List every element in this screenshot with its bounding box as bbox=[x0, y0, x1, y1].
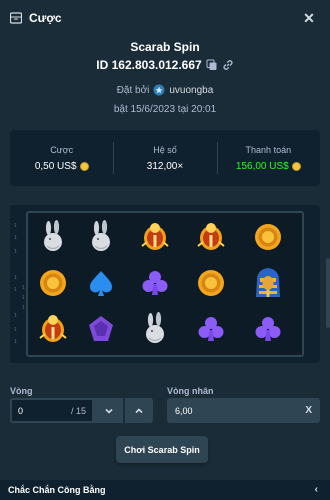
spins-label: Vòng bbox=[10, 386, 33, 396]
slot-cell-club bbox=[191, 309, 231, 349]
spins-prev-button[interactable] bbox=[94, 398, 123, 423]
club-icon bbox=[255, 317, 281, 341]
stat-bet-value: 0,50 US$ bbox=[34, 160, 77, 172]
reel-number: 1 bbox=[22, 285, 25, 291]
stat-multiplier-label: Hệ số bbox=[153, 144, 177, 155]
spins-next-button[interactable] bbox=[124, 398, 153, 423]
slot-cell-scarab bbox=[33, 309, 73, 349]
user-name[interactable]: uvuongba bbox=[169, 85, 213, 96]
spins-value[interactable]: 0 bbox=[18, 406, 23, 416]
reel-number: 1 bbox=[22, 295, 25, 301]
play-game-button[interactable]: Chơi Scarab Spin bbox=[116, 436, 208, 463]
bet-id: ID 162.803.012.667 bbox=[96, 58, 202, 72]
slot-cell-club bbox=[135, 263, 175, 303]
slot-cell-rabbit bbox=[33, 217, 73, 257]
reel-number: 1 bbox=[14, 235, 17, 241]
slot-cell-spade bbox=[81, 263, 121, 303]
spade-icon bbox=[90, 271, 112, 296]
slot-cell-club bbox=[248, 309, 288, 349]
vip-star-icon bbox=[153, 84, 165, 96]
provably-fair-bar[interactable]: Chắc Chắn Công Bằng ‹ bbox=[0, 480, 330, 500]
rabbit-icon bbox=[146, 312, 164, 343]
copy-icon[interactable] bbox=[206, 59, 218, 71]
multiplier-label: Vòng nhân bbox=[167, 386, 214, 396]
multiplier-value: 6,00 bbox=[175, 405, 193, 416]
stat-payout-value: 156,00 US$ bbox=[235, 160, 289, 172]
slot-grid bbox=[26, 211, 304, 357]
slot-cell-rabbit bbox=[135, 309, 175, 349]
reel-number: 1 bbox=[14, 339, 17, 345]
gem-icon bbox=[89, 316, 113, 341]
coin-icon bbox=[40, 270, 66, 296]
slot-cell-pharaoh bbox=[248, 263, 288, 303]
reel-number: 1 bbox=[14, 313, 17, 319]
bet-stats-panel: Cược 0,50 US$ Hệ số 312,00× Thanh toán 1… bbox=[10, 130, 320, 186]
slot-cell-coin bbox=[248, 217, 288, 257]
close-icon[interactable]: ✕ bbox=[302, 11, 316, 25]
slot-cell-scarab bbox=[191, 217, 231, 257]
spins-input[interactable]: 0 / 15 bbox=[10, 398, 94, 423]
stat-bet-label: Cược bbox=[50, 144, 74, 155]
coin-icon bbox=[255, 224, 281, 250]
coin-icon bbox=[291, 161, 301, 171]
slot-cell-scarab bbox=[135, 217, 175, 257]
slot-cell-coin bbox=[191, 263, 231, 303]
reel-number: 1 bbox=[14, 275, 17, 281]
scarab-icon bbox=[141, 223, 169, 250]
slot-cell-rabbit bbox=[81, 217, 121, 257]
game-name: Scarab Spin bbox=[130, 40, 200, 54]
modal-header: Cược ✕ bbox=[0, 0, 330, 36]
chevron-down-icon bbox=[104, 408, 113, 414]
rabbit-icon bbox=[44, 220, 62, 251]
link-icon[interactable] bbox=[222, 59, 234, 71]
provably-fair-label[interactable]: Chắc Chắn Công Bằng bbox=[8, 485, 106, 495]
placed-by-label: Đặt bởi bbox=[116, 84, 150, 96]
clear-multiplier-button[interactable]: X bbox=[305, 405, 312, 416]
club-icon bbox=[142, 271, 168, 295]
stat-bet: Cược 0,50 US$ bbox=[10, 130, 113, 186]
chevron-up-icon bbox=[135, 407, 143, 413]
coin-icon bbox=[79, 161, 89, 171]
club-icon bbox=[198, 317, 224, 341]
slot-cell-gem bbox=[81, 309, 121, 349]
pharaoh-icon bbox=[256, 268, 280, 297]
rabbit-icon bbox=[92, 220, 110, 251]
stat-multiplier: Hệ số 312,00× bbox=[113, 130, 216, 186]
placed-by-row: Đặt bởi uvuongba bbox=[0, 84, 330, 96]
bet-id-row: ID 162.803.012.667 bbox=[0, 58, 330, 72]
stat-multiplier-value: 312,00× bbox=[146, 160, 184, 172]
reel-number: 1 bbox=[22, 305, 25, 311]
spins-max: / 15 bbox=[70, 405, 86, 416]
coin-icon bbox=[198, 270, 224, 296]
scarab-icon bbox=[39, 315, 67, 342]
bet-date: bật 15/6/2023 tại 20:01 bbox=[113, 104, 217, 115]
chevron-left-icon[interactable]: ‹ bbox=[315, 484, 318, 495]
scarab-icon bbox=[197, 223, 225, 250]
stat-payout: Thanh toán 156,00 US$ bbox=[216, 130, 320, 186]
scrollbar[interactable] bbox=[326, 258, 330, 328]
ticket-icon bbox=[10, 12, 22, 24]
reel-number: 1 bbox=[14, 223, 17, 229]
reel-number: 1 bbox=[14, 249, 17, 255]
slot-board-panel: 11111111111 bbox=[10, 205, 320, 363]
stat-payout-label: Thanh toán bbox=[245, 144, 292, 155]
reel-number: 1 bbox=[14, 287, 17, 293]
slot-cell-coin bbox=[33, 263, 73, 303]
multiplier-field[interactable]: 6,00 X bbox=[167, 398, 320, 423]
reel-number: 1 bbox=[14, 327, 17, 333]
modal-title: Cược bbox=[29, 11, 62, 25]
